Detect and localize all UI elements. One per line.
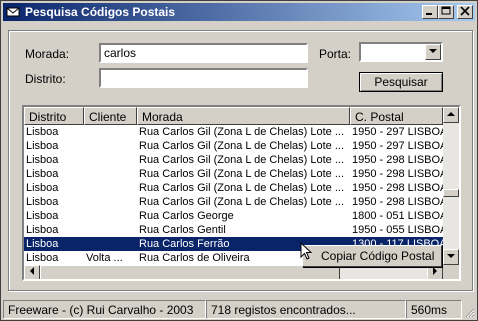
cell-morada: Rua Carlos Gil (Zona L de Chelas) Lote .… — [139, 154, 345, 166]
distrito-label: Distrito: — [25, 72, 66, 86]
mouse-cursor-icon — [300, 242, 313, 260]
status-credit: Freeware - (c) Rui Carvalho - 2003 — [3, 300, 206, 319]
cell-morada: Rua Carlos Gil (Zona L de Chelas) Lote .… — [139, 126, 345, 138]
cell-distrito: Lisboa — [26, 126, 59, 138]
status-time: 560ms — [406, 300, 462, 319]
cell-cpostal: 1950 - 298 LISBOA — [352, 182, 443, 194]
cell-morada: Rua Carlos Gil (Zona L de Chelas) Lote .… — [139, 182, 345, 194]
window-title: Pesquisa Códigos Postais — [25, 5, 176, 19]
cell-cpostal: 1950 - 055 LISBOA — [352, 224, 443, 236]
cell-cpostal: 1950 - 298 LISBOA — [352, 154, 443, 166]
porta-select[interactable] — [359, 42, 443, 62]
minimize-button[interactable] — [422, 5, 438, 19]
list-header: Distrito Cliente Morada C. Postal — [24, 107, 459, 125]
column-header-distrito[interactable]: Distrito — [24, 107, 84, 125]
arrow-left-icon — [30, 267, 34, 275]
scrollbar-corner — [443, 265, 459, 279]
cell-distrito: Lisboa — [26, 168, 59, 180]
scroll-right-button[interactable] — [427, 265, 443, 279]
cell-cpostal: 1950 - 297 LISBOA — [352, 140, 443, 152]
resize-grip-icon[interactable] — [463, 306, 475, 318]
vertical-scrollbar[interactable] — [443, 107, 459, 265]
morada-input[interactable]: carlos — [99, 43, 308, 63]
list-rows: Lisboa Rua Carlos Gil (Zona L de Chelas) … — [24, 125, 443, 265]
table-row[interactable]: Lisboa Rua Carlos Gil (Zona L de Chelas) … — [24, 167, 443, 181]
arrow-right-icon — [433, 267, 437, 275]
cell-cpostal: 1800 - 051 LISBOA — [352, 210, 443, 222]
porta-dropdown-button[interactable] — [425, 44, 441, 60]
maximize-button[interactable] — [438, 5, 454, 19]
column-header-morada[interactable]: Morada — [137, 107, 350, 125]
cell-cpostal: 1950 - 297 LISBOA — [352, 126, 443, 138]
context-menu: Copiar Código Postal — [302, 245, 442, 267]
cell-distrito: Lisboa — [26, 196, 59, 208]
table-row[interactable]: Lisboa Rua Carlos Gil (Zona L de Chelas) … — [24, 139, 443, 153]
cell-morada: Rua Carlos Gil (Zona L de Chelas) Lote .… — [139, 140, 345, 152]
close-button[interactable] — [457, 5, 473, 19]
cell-cliente — [84, 181, 137, 195]
cell-distrito: Lisboa — [26, 238, 59, 250]
table-row[interactable]: Lisboa Rua Carlos Gil (Zona L de Chelas) … — [24, 153, 443, 167]
horizontal-scroll-thumb[interactable] — [40, 265, 340, 279]
cell-cliente — [84, 223, 137, 237]
cell-distrito: Lisboa — [26, 182, 59, 194]
column-header-cliente[interactable]: Cliente — [84, 107, 137, 125]
cell-morada: Rua Carlos Gil (Zona L de Chelas) Lote .… — [139, 196, 345, 208]
distrito-input[interactable] — [99, 68, 308, 88]
scroll-down-button[interactable] — [443, 249, 459, 265]
maximize-icon — [441, 6, 451, 15]
cell-cliente — [84, 237, 137, 251]
cell-cliente — [84, 167, 137, 181]
close-icon — [460, 6, 470, 16]
table-row[interactable]: Lisboa Rua Carlos George 1800 - 051 LISBOA — [24, 209, 443, 223]
table-row[interactable]: Lisboa Rua Carlos Gil (Zona L de Chelas) … — [24, 195, 443, 209]
cell-cliente — [84, 139, 137, 153]
title-bar[interactable]: Pesquisa Códigos Postais — [3, 3, 475, 21]
cell-cliente — [84, 209, 137, 223]
cell-morada: Rua Carlos Gentil — [139, 224, 226, 236]
cell-cliente — [84, 195, 137, 209]
horizontal-scrollbar[interactable] — [24, 265, 443, 279]
cell-distrito: Lisboa — [26, 154, 59, 166]
table-row[interactable]: Lisboa Rua Carlos Gentil 1950 - 055 LISBOA — [24, 223, 443, 237]
table-row[interactable]: Lisboa Rua Carlos Gil (Zona L de Chelas) … — [24, 181, 443, 195]
cell-distrito: Lisboa — [26, 140, 59, 152]
cell-cpostal: 1950 - 298 LISBOA — [352, 168, 443, 180]
cell-cliente — [84, 153, 137, 167]
envelope-icon — [6, 7, 20, 17]
cell-cliente: Volta ... — [86, 252, 123, 264]
cell-distrito: Lisboa — [26, 224, 59, 236]
cell-cpostal: 1950 - 298 LISBOA — [352, 196, 443, 208]
scroll-left-button[interactable] — [24, 265, 40, 279]
porta-label: Porta: — [319, 47, 352, 61]
scroll-up-button[interactable] — [443, 107, 459, 123]
chevron-down-icon — [429, 49, 437, 53]
morada-label: Morada: — [25, 47, 70, 61]
minimize-icon — [426, 13, 432, 15]
status-count: 718 registos encontrados... — [206, 300, 406, 319]
arrow-up-icon — [447, 112, 455, 116]
pesquisar-button[interactable]: Pesquisar — [359, 72, 443, 92]
main-window: Pesquisa Códigos Postais Morada: carlos … — [0, 0, 478, 321]
arrow-down-icon — [447, 254, 455, 258]
table-row[interactable]: Lisboa Rua Carlos Gil (Zona L de Chelas) … — [24, 125, 443, 139]
cell-cliente — [84, 125, 137, 139]
context-menu-item-copiar[interactable]: Copiar Código Postal — [321, 249, 434, 263]
cell-distrito: Lisboa — [26, 252, 59, 264]
cell-morada: Rua Carlos George — [139, 210, 234, 222]
vertical-scroll-thumb[interactable] — [443, 189, 459, 197]
cell-distrito: Lisboa — [26, 210, 59, 222]
cell-morada: Rua Carlos Gil (Zona L de Chelas) Lote .… — [139, 168, 345, 180]
column-header-cpostal[interactable]: C. Postal — [350, 107, 443, 125]
